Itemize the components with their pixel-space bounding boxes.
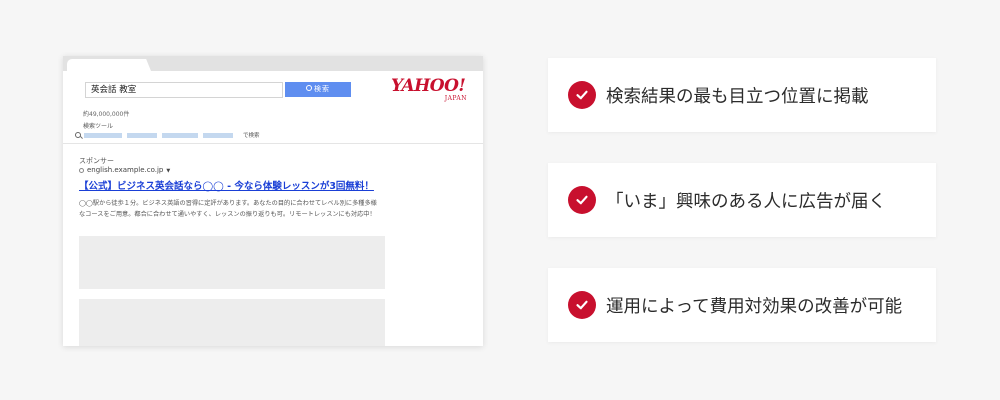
search-icon bbox=[75, 132, 81, 138]
ad-title-link[interactable]: 【公式】ビジネス英会話なら◯◯ - 今なら体験レッスンが3回無料！ bbox=[79, 178, 374, 192]
feature-text: 運用によって費用対効果の改善が可能 bbox=[606, 296, 903, 317]
check-icon bbox=[568, 186, 596, 214]
search-filter-chip[interactable] bbox=[127, 133, 157, 138]
feature-card: 「いま」興味のある人に広告が届く bbox=[548, 163, 936, 237]
search-tools-label[interactable]: 検索ツール bbox=[83, 121, 113, 130]
ad-url[interactable]: english.example.co.jp ▼ bbox=[79, 166, 170, 174]
feature-card: 検索結果の最も目立つ位置に掲載 bbox=[548, 58, 936, 132]
caret-down-icon[interactable]: ▼ bbox=[166, 168, 170, 174]
browser-tab[interactable] bbox=[67, 59, 145, 71]
check-icon bbox=[568, 291, 596, 319]
ad-description: ◯◯駅から徒歩１分。ビジネス英語の習得に定評があります。あなたの目的に合わせてレ… bbox=[79, 200, 377, 218]
divider bbox=[63, 143, 483, 144]
feature-text: 「いま」興味のある人に広告が届く bbox=[606, 191, 886, 212]
search-input[interactable]: 英会話 教室 bbox=[85, 82, 283, 98]
result-placeholder bbox=[79, 299, 385, 346]
yahoo-japan-logo[interactable]: YAHOO! JAPAN bbox=[391, 78, 473, 104]
search-tools-row: で検索 bbox=[73, 132, 333, 140]
search-filter-chip[interactable] bbox=[84, 133, 122, 138]
search-tools-suffix: で検索 bbox=[243, 133, 260, 139]
feature-card: 運用によって費用対効果の改善が可能 bbox=[548, 268, 936, 342]
search-icon bbox=[306, 85, 312, 91]
result-count: 約49,000,000件 bbox=[83, 111, 130, 118]
sponsor-label: スポンサー bbox=[79, 157, 114, 165]
browser-tab-bar bbox=[63, 56, 483, 71]
search-filter-chip[interactable] bbox=[162, 133, 198, 138]
result-placeholder bbox=[79, 236, 385, 289]
globe-icon bbox=[79, 167, 84, 173]
search-filter-chip[interactable] bbox=[203, 133, 233, 138]
browser-mockup: 英会話 教室 検索 YAHOO! JAPAN 約49,000,000件 検索ツー… bbox=[63, 56, 483, 346]
feature-text: 検索結果の最も目立つ位置に掲載 bbox=[606, 86, 869, 107]
search-button[interactable]: 検索 bbox=[285, 82, 351, 97]
check-icon bbox=[568, 81, 596, 109]
